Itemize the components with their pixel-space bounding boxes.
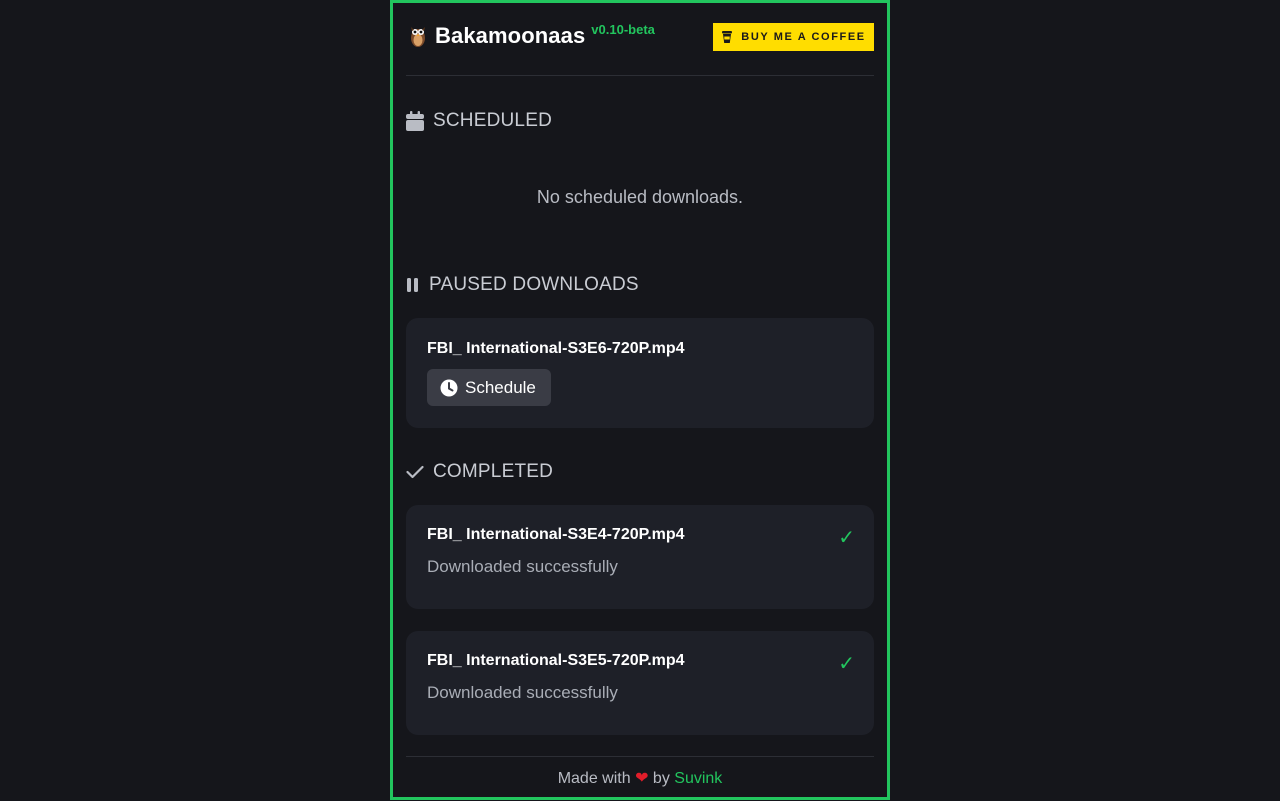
app-title: Bakamoonaas xyxy=(435,23,586,48)
completed-heading: COMPLETED xyxy=(406,461,553,483)
completed-status: Downloaded successfully xyxy=(427,557,618,576)
completed-status: Downloaded successfully xyxy=(427,683,618,702)
header: Bakamoonaas v0.10-beta BUY ME A COFFEE xyxy=(406,3,874,76)
completed-file-name: FBI_ International-S3E4-720P.mp4 xyxy=(427,526,685,543)
completed-heading-label: COMPLETED xyxy=(433,461,554,482)
success-check-icon: ✓ xyxy=(838,653,855,675)
paused-download-card: FBI_ International-S3E6-720P.mp4 Schedul… xyxy=(406,318,874,428)
calendar-icon xyxy=(406,111,424,131)
scheduled-empty-message: No scheduled downloads. xyxy=(536,187,744,207)
coffee-label: BUY ME A COFFEE xyxy=(741,31,866,43)
paused-heading-label: PAUSED DOWNLOADS xyxy=(429,274,639,295)
author-link[interactable]: Suvink xyxy=(674,770,722,787)
version-badge: v0.10-beta xyxy=(591,21,655,37)
buy-me-a-coffee-button[interactable]: BUY ME A COFFEE xyxy=(713,23,874,51)
owl-icon xyxy=(408,24,428,48)
popup-content: Bakamoonaas v0.10-beta BUY ME A COFFEE S… xyxy=(406,3,874,797)
footer-prefix: Made with xyxy=(557,770,631,787)
completed-download-card: FBI_ International-S3E5-720P.mp4 ✓ Downl… xyxy=(406,631,874,735)
paused-heading: PAUSED DOWNLOADS xyxy=(406,274,639,296)
coffee-cup-icon xyxy=(721,30,733,44)
success-check-icon: ✓ xyxy=(838,527,855,549)
pause-icon xyxy=(406,277,420,293)
extension-popup: Bakamoonaas v0.10-beta BUY ME A COFFEE S… xyxy=(390,0,890,800)
clock-icon xyxy=(440,379,458,397)
schedule-button[interactable]: Schedule xyxy=(427,369,551,406)
scheduled-heading-label: SCHEDULED xyxy=(433,110,552,131)
paused-file-name: FBI_ International-S3E6-720P.mp4 xyxy=(427,340,685,357)
completed-file-name: FBI_ International-S3E5-720P.mp4 xyxy=(427,652,685,669)
footer-by: by xyxy=(652,770,670,787)
checkmark-icon xyxy=(406,465,424,479)
schedule-button-label: Schedule xyxy=(465,377,536,397)
brand: Bakamoonaas v0.10-beta xyxy=(408,21,655,49)
scheduled-heading: SCHEDULED xyxy=(406,110,552,132)
heart-icon: ❤ xyxy=(635,770,649,787)
footer: Made with ❤ by Suvink xyxy=(406,756,874,797)
completed-download-card: FBI_ International-S3E4-720P.mp4 ✓ Downl… xyxy=(406,505,874,609)
